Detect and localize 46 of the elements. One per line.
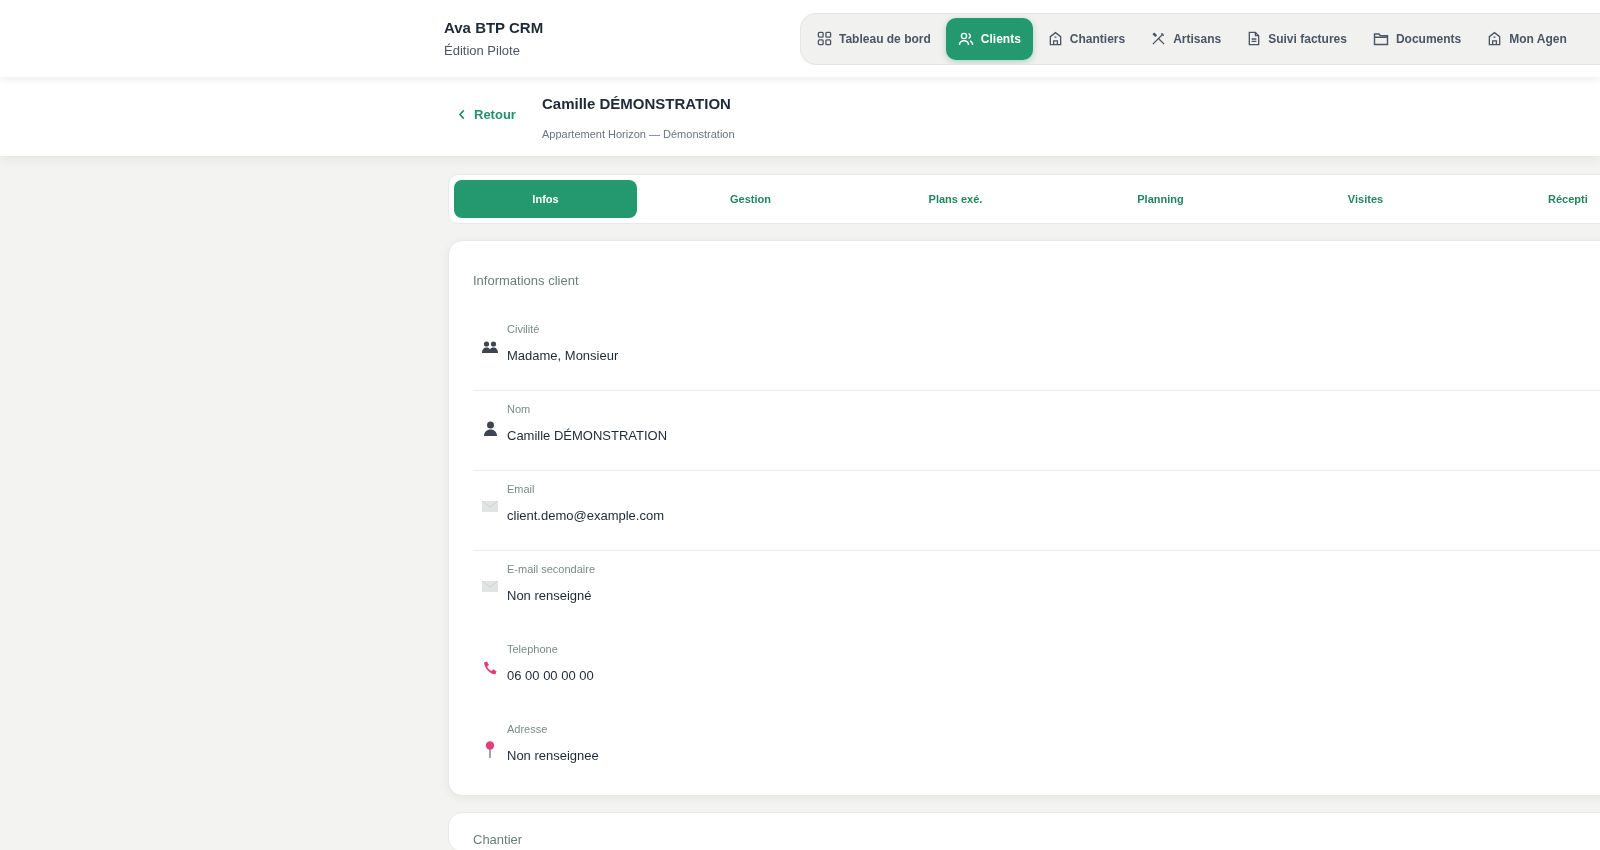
field-label: Nom xyxy=(507,401,532,417)
user-icon xyxy=(483,420,497,436)
envelope-icon xyxy=(482,500,498,512)
tab[interactable]: Gestion xyxy=(648,180,853,218)
tab[interactable]: Planning xyxy=(1058,180,1263,218)
field-value: 06 00 00 00 00 xyxy=(507,667,594,685)
nav-item[interactable]: Chantiers xyxy=(1036,17,1137,60)
document-icon xyxy=(1247,31,1262,46)
app-subtitle: Édition Pilote xyxy=(444,42,521,60)
card-title: Informations client xyxy=(473,272,580,290)
back-link[interactable]: Retour xyxy=(458,105,542,125)
tab[interactable]: Récepti xyxy=(1468,180,1588,218)
envelope-icon xyxy=(482,580,498,592)
card-title: Chantier xyxy=(473,832,523,847)
field-label: Adresse xyxy=(507,721,549,737)
field-value: Non renseigné xyxy=(507,587,593,605)
building-icon xyxy=(1487,31,1503,46)
tab[interactable]: Infos xyxy=(454,180,637,218)
project-subtitle: Appartement Horizon — Démonstration xyxy=(542,126,735,142)
building-icon xyxy=(1047,31,1063,46)
tab[interactable]: Visites xyxy=(1263,180,1468,218)
users-icon xyxy=(957,30,974,47)
app-title: Ava BTP CRM xyxy=(444,17,545,38)
field-value: Non renseignee xyxy=(507,747,599,765)
chevron-left-icon xyxy=(458,109,466,121)
users-icon xyxy=(482,340,498,353)
field-label: Telephone xyxy=(507,641,559,657)
field-label: E-mail secondaire xyxy=(507,561,596,577)
field-label: Email xyxy=(507,481,536,497)
nav-item[interactable]: Mon Agen xyxy=(1476,17,1578,60)
nav-item[interactable]: Tableau de bord xyxy=(806,17,942,60)
nav-item[interactable]: Suivi factures xyxy=(1236,17,1358,60)
field-value: client.demo@example.com xyxy=(507,507,664,525)
folder-icon xyxy=(1372,31,1389,46)
pin-icon xyxy=(485,740,495,758)
phone-icon xyxy=(482,660,498,677)
grid-icon xyxy=(817,31,832,46)
nav-item[interactable]: Clients xyxy=(945,17,1033,60)
tools-icon xyxy=(1151,31,1167,46)
nav-item[interactable]: Artisans xyxy=(1140,17,1233,60)
nav-item[interactable]: Documents xyxy=(1361,17,1473,60)
tab[interactable]: Plans exé. xyxy=(853,180,1058,218)
field-label: Civilité xyxy=(507,321,541,337)
field-value: Camille DÉMONSTRATION xyxy=(507,427,668,445)
field-value: Madame, Monsieur xyxy=(507,347,619,365)
client-name-heading: Camille DÉMONSTRATION xyxy=(542,94,732,114)
